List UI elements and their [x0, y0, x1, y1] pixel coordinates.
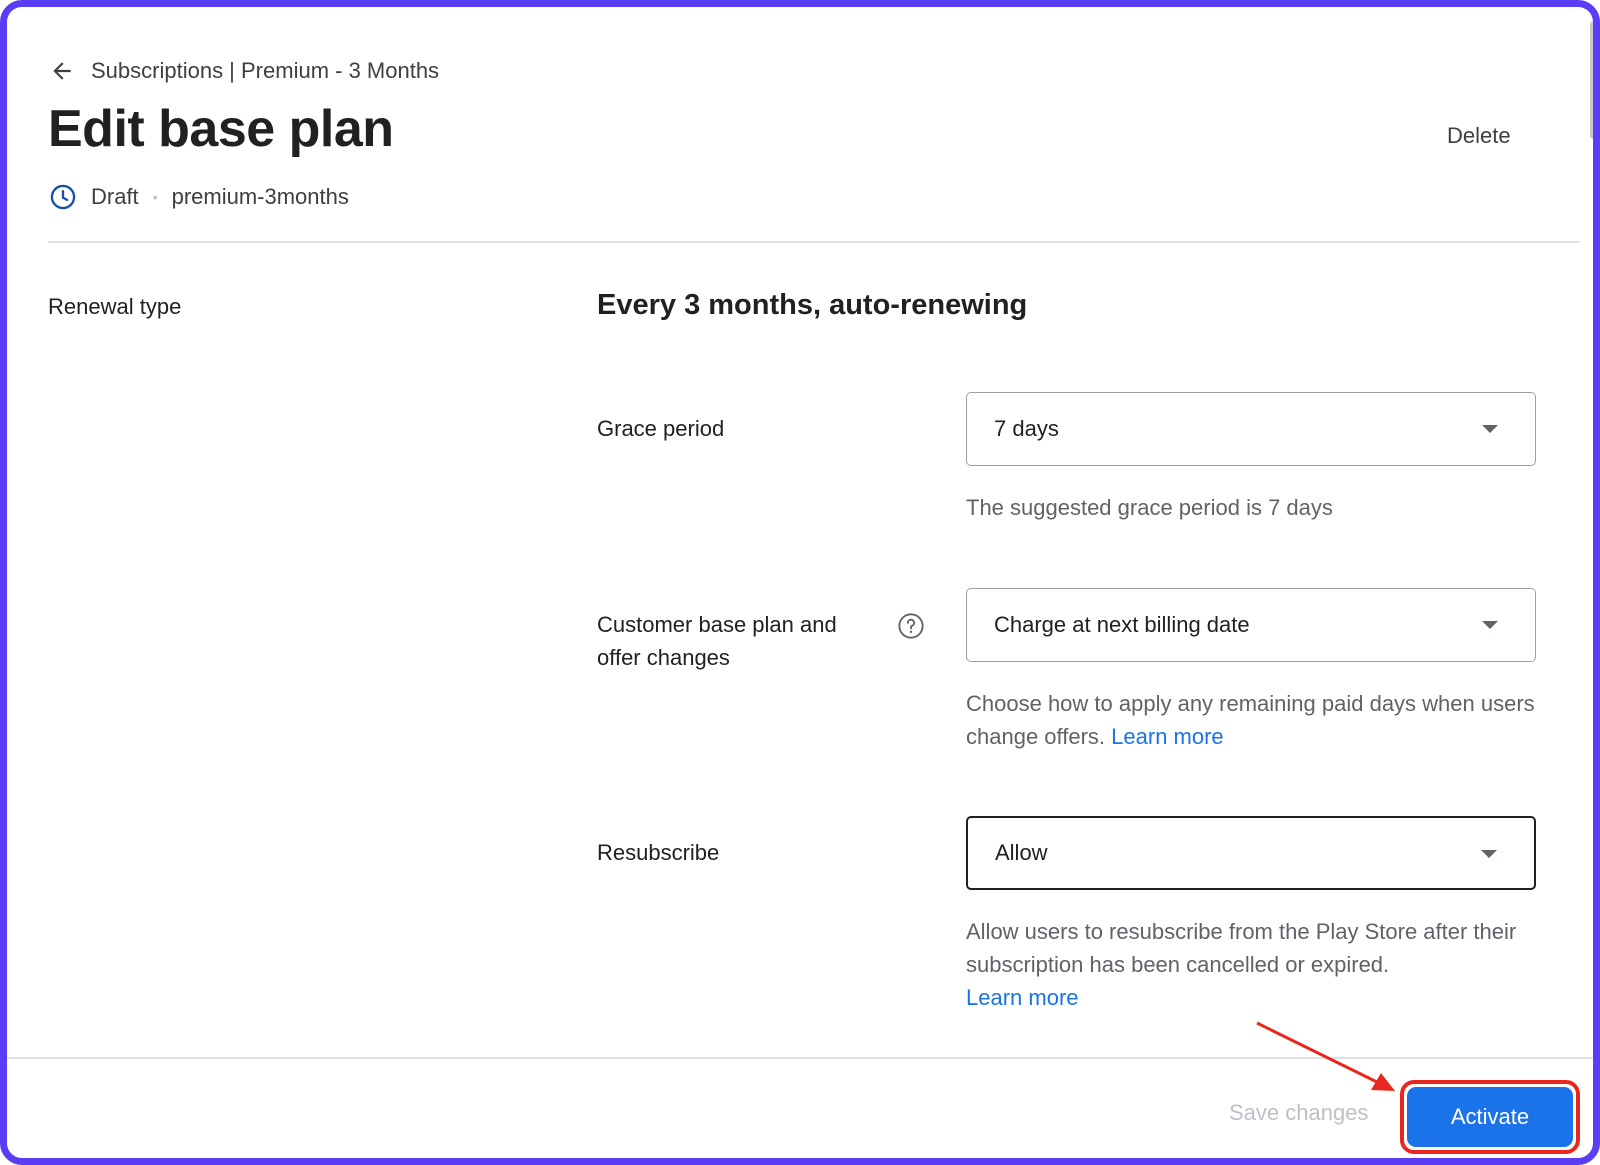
renewal-type-value: Every 3 months, auto-renewing	[597, 289, 1028, 321]
resubscribe-helper-text: Allow users to resubscribe from the Play…	[966, 919, 1517, 977]
offer-changes-label-line2: offer changes	[597, 645, 730, 670]
renewal-type-label: Renewal type	[48, 294, 182, 319]
resubscribe-select[interactable]: Allow	[966, 816, 1536, 890]
offer-changes-select[interactable]: Charge at next billing date	[966, 588, 1536, 662]
scrollbar[interactable]	[1589, 15, 1593, 1055]
scrollbar-thumb[interactable]	[1590, 21, 1593, 139]
header-divider	[48, 241, 1580, 243]
caret-down-icon	[1482, 621, 1498, 629]
annotation-arrow-icon	[1256, 1021, 1395, 1091]
caret-down-icon	[1482, 425, 1498, 433]
offer-changes-helper-text: Choose how to apply any remaining paid d…	[966, 691, 1535, 749]
delete-button[interactable]: Delete	[1447, 123, 1511, 149]
help-icon[interactable]	[897, 612, 925, 640]
app-window: Subscriptions | Premium - 3 Months Edit …	[0, 0, 1600, 1165]
back-arrow-icon[interactable]	[49, 57, 77, 85]
grace-period-select[interactable]: 7 days	[966, 392, 1536, 466]
grace-period-label: Grace period	[597, 416, 725, 441]
grace-period-value: 7 days	[994, 416, 1059, 441]
offer-changes-label: Customer base plan and offer changes	[597, 608, 837, 674]
plan-id: premium-3months	[171, 184, 349, 209]
breadcrumb-link[interactable]: Subscriptions | Premium - 3 Months	[91, 58, 439, 84]
resubscribe-value: Allow	[995, 840, 1048, 865]
offer-changes-label-line1: Customer base plan and	[597, 612, 837, 637]
separator-dot: •	[152, 189, 158, 205]
status-row: Draft • premium-3months	[49, 183, 349, 211]
save-changes-button: Save changes	[1229, 1100, 1369, 1125]
page-title: Edit base plan	[48, 100, 394, 158]
learn-more-link[interactable]: Learn more	[1111, 724, 1224, 749]
offer-changes-value: Charge at next billing date	[994, 612, 1250, 637]
learn-more-link[interactable]: Learn more	[966, 985, 1079, 1010]
resubscribe-helper: Allow users to resubscribe from the Play…	[966, 915, 1536, 1014]
offer-changes-helper: Choose how to apply any remaining paid d…	[966, 687, 1536, 753]
clock-icon	[49, 183, 77, 211]
caret-down-icon	[1481, 850, 1497, 858]
status-badge: Draft	[91, 184, 139, 209]
activate-button[interactable]: Activate	[1407, 1087, 1573, 1147]
breadcrumb: Subscriptions | Premium - 3 Months	[49, 57, 439, 85]
grace-period-helper: The suggested grace period is 7 days	[966, 495, 1333, 520]
resubscribe-label: Resubscribe	[597, 840, 720, 865]
